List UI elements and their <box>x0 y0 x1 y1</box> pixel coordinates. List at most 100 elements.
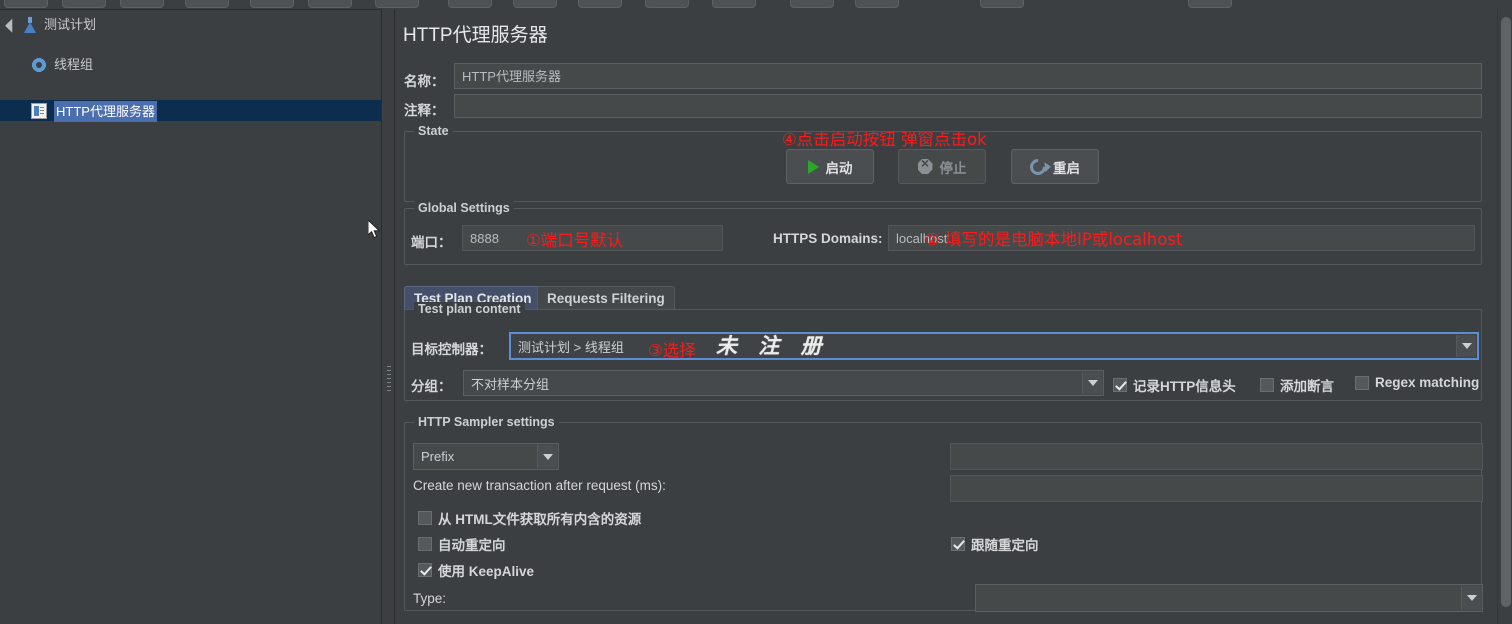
checkbox-box[interactable] <box>1355 375 1369 390</box>
test-plan-content-groupbox: Test plan content 目标控制器： 测试计划 > 线程组 分组： … <box>404 302 1482 401</box>
toolbar-button[interactable] <box>62 0 106 8</box>
main-toolbar[interactable] <box>0 0 1512 9</box>
prefix-combo[interactable]: Prefix <box>413 443 559 470</box>
start-button-label: 启动 <box>825 160 853 176</box>
checkbox-box[interactable] <box>951 537 965 551</box>
checkbox-add-assertions[interactable]: 添加断言 <box>1260 375 1334 395</box>
flask-icon <box>22 17 38 33</box>
comment-field[interactable] <box>454 94 1482 118</box>
https-domains-label: HTTPS Domains: <box>773 231 883 246</box>
toolbar-button[interactable] <box>790 0 834 8</box>
chevron-down-icon[interactable] <box>1456 335 1476 357</box>
http-proxy-server-panel: HTTP代理服务器 名称： HTTP代理服务器 注释： State 启动 停止 … <box>396 9 1512 624</box>
tree-item-label: 线程组 <box>54 57 94 72</box>
name-label: 名称： <box>404 74 445 89</box>
comment-label: 注释： <box>404 103 445 118</box>
annotation-https-domains: ② 填写的是电脑本地IP或localhost <box>925 230 1183 249</box>
toolbar-button[interactable] <box>712 0 756 8</box>
prefix-value-field[interactable] <box>950 443 1483 470</box>
vertical-scrollbar[interactable] <box>1497 9 1512 624</box>
chevron-down-icon[interactable] <box>5 18 20 33</box>
restart-button[interactable]: 重启 <box>1011 149 1099 184</box>
checkbox-label: 跟随重定向 <box>971 538 1039 553</box>
test-plan-tree[interactable]: 测试计划 线程组 HTTP代理服务器 <box>0 9 381 624</box>
checkbox-label: 自动重定向 <box>438 538 506 553</box>
http-sampler-settings-group-title: HTTP Sampler settings <box>414 415 559 429</box>
type-combo[interactable] <box>975 584 1483 612</box>
toolbar-button[interactable] <box>448 0 492 8</box>
grouping-combo[interactable]: 不对样本分组 <box>463 370 1104 396</box>
panel-splitter[interactable] <box>381 9 395 624</box>
restart-button-label: 重启 <box>1053 160 1080 176</box>
toolbar-button[interactable] <box>4 0 48 8</box>
http-sampler-settings-groupbox: HTTP Sampler settings Prefix Create new … <box>404 415 1483 612</box>
checkbox-label: 添加断言 <box>1280 379 1334 394</box>
checkbox-use-keepalive[interactable]: 使用 KeepAlive <box>418 560 534 580</box>
mouse-cursor <box>368 220 380 239</box>
annotation-target-controller: ③选择 <box>648 341 696 360</box>
tree-item-label: HTTP代理服务器 <box>54 101 157 122</box>
stop-icon <box>917 159 933 174</box>
state-group-title: State <box>414 124 453 138</box>
target-controller-label: 目标控制器： <box>411 342 492 357</box>
checkbox-regex-matching[interactable]: Regex matching <box>1355 375 1479 390</box>
proxy-icon <box>31 103 47 119</box>
checkbox-label: 记录HTTP信息头 <box>1133 379 1236 394</box>
checkbox-box[interactable] <box>418 563 432 577</box>
toolbar-button[interactable] <box>513 0 557 8</box>
toolbar-button[interactable] <box>185 0 229 8</box>
checkbox-follow-redirects[interactable]: 跟随重定向 <box>951 534 1039 554</box>
restart-icon <box>1026 155 1050 178</box>
tree-item-test-plan[interactable]: 测试计划 <box>0 15 381 34</box>
tree-item-http-proxy-server[interactable]: HTTP代理服务器 <box>0 100 381 122</box>
checkbox-box[interactable] <box>418 511 432 525</box>
toolbar-button[interactable] <box>1188 0 1232 8</box>
chevron-down-icon[interactable] <box>1461 586 1481 610</box>
target-controller-value: 测试计划 > 线程组 <box>518 339 624 355</box>
prefix-value: Prefix <box>421 449 455 464</box>
checkbox-label: Regex matching <box>1375 375 1480 390</box>
toolbar-button[interactable] <box>980 0 1024 8</box>
toolbar-button[interactable] <box>855 0 899 8</box>
checkbox-label: 使用 KeepAlive <box>438 564 535 579</box>
splitter-grip[interactable] <box>387 366 391 392</box>
checkbox-box[interactable] <box>418 537 432 551</box>
tab-requests-filtering[interactable]: Requests Filtering <box>537 286 675 310</box>
stop-button-label: 停止 <box>939 160 967 176</box>
toolbar-button[interactable] <box>578 0 622 8</box>
start-button[interactable]: 启动 <box>786 149 874 184</box>
play-icon <box>807 159 819 174</box>
scrollbar-thumb[interactable] <box>1501 17 1511 607</box>
jmeter-window: 测试计划 线程组 HTTP代理服务器 HTTP代理服务器 名称： HTTP代理服… <box>0 0 1512 624</box>
tab-label: Requests Filtering <box>547 291 665 306</box>
watermark-text: 未 注 册 <box>716 333 829 358</box>
checkbox-record-http-headers[interactable]: 记录HTTP信息头 <box>1113 375 1236 395</box>
grouping-value: 不对样本分组 <box>471 376 550 392</box>
annotation-start-button: ④点击启动按钮 弹窗点击ok <box>782 130 987 149</box>
checkbox-label: 从 HTML文件获取所有内含的资源 <box>438 512 642 527</box>
port-label: 端口： <box>411 235 452 250</box>
chevron-down-icon[interactable] <box>537 445 557 468</box>
name-field[interactable]: HTTP代理服务器 <box>454 63 1482 89</box>
toolbar-button[interactable] <box>250 0 294 8</box>
tree-item-thread-group[interactable]: 线程组 <box>0 55 381 74</box>
type-label: Type: <box>413 591 447 606</box>
grouping-label: 分组： <box>411 379 452 394</box>
gear-icon <box>31 57 47 73</box>
chevron-down-icon[interactable] <box>1082 372 1102 394</box>
checkbox-auto-redirect[interactable]: 自动重定向 <box>418 534 506 554</box>
page-title: HTTP代理服务器 <box>403 25 548 46</box>
checkbox-box[interactable] <box>1260 378 1274 392</box>
toolbar-button[interactable] <box>645 0 689 8</box>
create-transaction-label: Create new transaction after request (ms… <box>413 478 666 493</box>
toolbar-button[interactable] <box>375 0 419 8</box>
checkbox-retrieve-embedded-resources[interactable]: 从 HTML文件获取所有内含的资源 <box>418 508 641 528</box>
create-transaction-field[interactable] <box>950 475 1483 502</box>
stop-button[interactable]: 停止 <box>898 149 986 184</box>
tree-item-label: 测试计划 <box>44 17 97 32</box>
toolbar-button[interactable] <box>120 0 164 8</box>
toolbar-button[interactable] <box>308 0 352 8</box>
test-plan-content-group-title: Test plan content <box>414 302 525 316</box>
global-settings-group-title: Global Settings <box>414 201 514 215</box>
checkbox-box[interactable] <box>1113 378 1127 392</box>
